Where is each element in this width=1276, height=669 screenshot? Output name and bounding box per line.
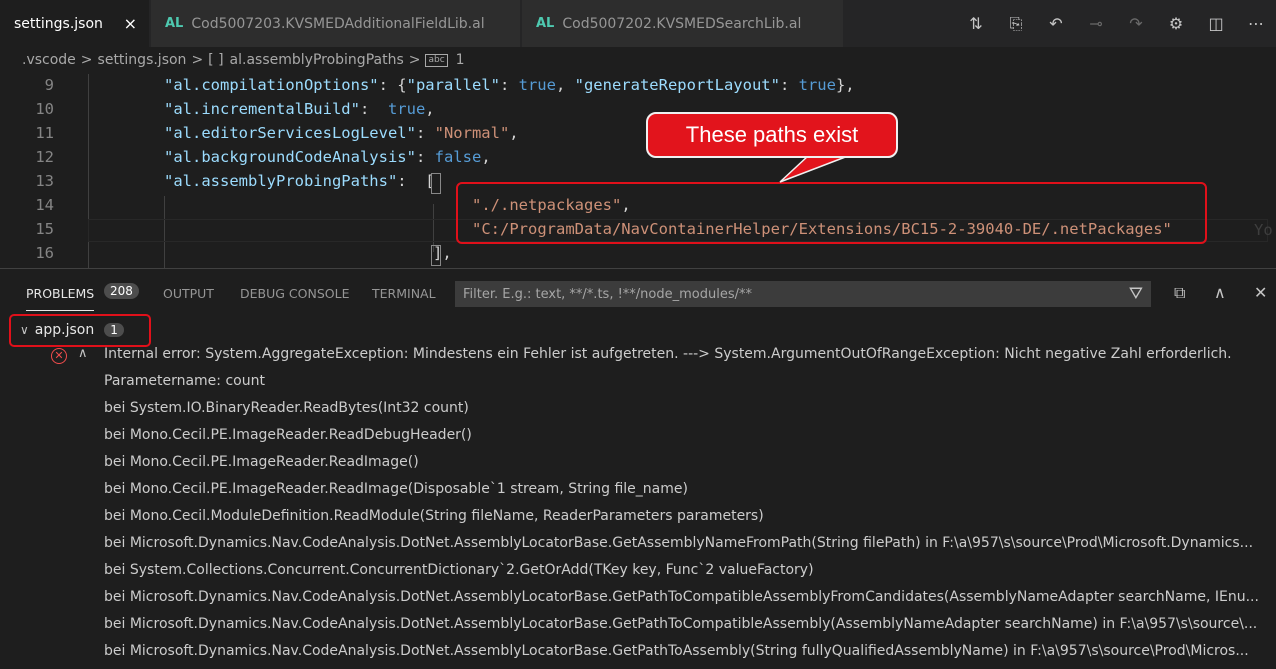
problem-detail-line: bei System.Collections.Concurrent.Concur… (104, 562, 814, 578)
problem-detail-line: bei Mono.Cecil.PE.ImageReader.ReadImage(… (104, 481, 688, 497)
problem-detail-line: bei System.IO.BinaryReader.ReadBytes(Int… (104, 400, 469, 416)
problems-filter: ⛛ (455, 281, 1151, 307)
problem-detail-line: bei Microsoft.Dynamics.Nav.CodeAnalysis.… (104, 535, 1254, 551)
collapse-all-icon[interactable]: ⧉ (1174, 283, 1185, 303)
problem-message[interactable]: Internal error: System.AggregateExceptio… (104, 346, 1274, 362)
chevron-up-icon[interactable]: ∧ (1214, 283, 1226, 302)
callout-pointer (779, 155, 849, 183)
chevron-down-icon: ∨ (20, 323, 29, 337)
problem-group-app-json[interactable]: ∨ app.json 1 (20, 319, 124, 341)
problem-detail-line: Parametername: count (104, 373, 265, 389)
group-file-name: app.json (34, 322, 95, 338)
code-line: 16 ], (0, 242, 1276, 266)
tab-output[interactable]: OUTPUT (163, 286, 214, 301)
bracket-match-highlight (431, 245, 441, 266)
problem-count-badge: 208 (104, 283, 139, 299)
problem-detail-line: bei Microsoft.Dynamics.Nav.CodeAnalysis.… (104, 643, 1249, 659)
panel-tabs: PROBLEMS 208 OUTPUT DEBUG CONSOLE TERMIN… (0, 269, 1276, 317)
problem-detail-line: bei Microsoft.Dynamics.Nav.CodeAnalysis.… (104, 616, 1258, 632)
chevron-up-icon[interactable]: ∧ (78, 346, 88, 361)
filter-input[interactable] (461, 285, 1105, 303)
bottom-panel: PROBLEMS 208 OUTPUT DEBUG CONSOLE TERMIN… (0, 268, 1276, 669)
ghost-text: Yo (1254, 221, 1273, 239)
problem-detail-line: bei Mono.Cecil.PE.ImageReader.ReadDebugH… (104, 427, 472, 443)
line-number: 16 (35, 244, 54, 262)
error-icon: ✕ (51, 348, 67, 364)
callout-text: These paths exist (685, 122, 859, 147)
annotation-callout: These paths exist (646, 112, 898, 158)
problem-detail-line: bei Mono.Cecil.PE.ImageReader.ReadImage(… (104, 454, 419, 470)
tab-debug-console[interactable]: DEBUG CONSOLE (240, 286, 349, 301)
group-count-badge: 1 (104, 323, 124, 337)
line-number: 15 (35, 220, 54, 238)
tab-problems[interactable]: PROBLEMS (26, 286, 95, 311)
close-panel-icon[interactable]: ✕ (1254, 283, 1267, 302)
problem-detail-line: bei Microsoft.Dynamics.Nav.CodeAnalysis.… (104, 589, 1259, 605)
filter-icon[interactable]: ⛛ (1129, 284, 1143, 304)
problem-detail-line: bei Mono.Cecil.ModuleDefinition.ReadModu… (104, 508, 764, 524)
tab-terminal[interactable]: TERMINAL (372, 286, 436, 301)
